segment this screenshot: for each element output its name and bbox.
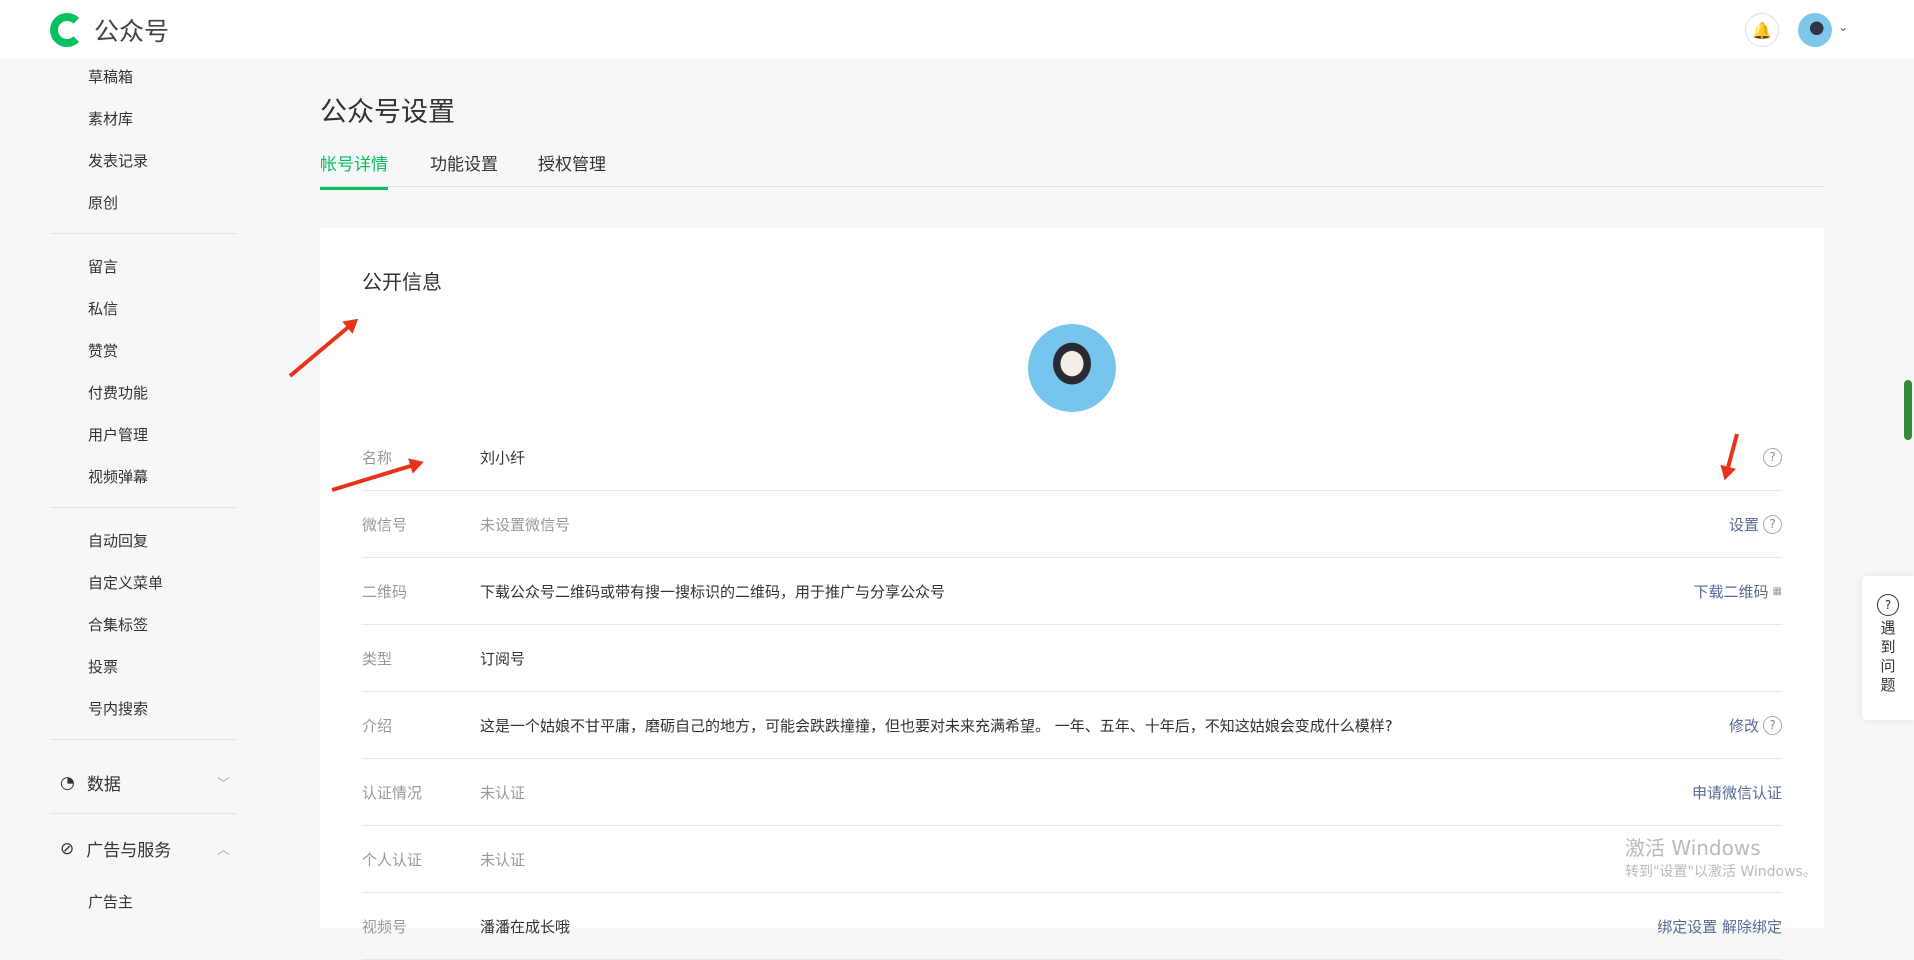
- row-intro: 介绍这是一个姑娘不甘平庸，磨砺自己的地方，可能会跌跌撞撞，但也要对未来充满希望。…: [362, 692, 1782, 759]
- page-title: 公众号设置: [320, 90, 455, 129]
- group-label: 广告与服务: [86, 836, 171, 861]
- sidebar-item-rewards[interactable]: 赞赏: [88, 340, 118, 361]
- sidebar: 草稿箱 素材库 发表记录 原创 留言 私信 赞赏 付费功能 用户管理 视频弹幕 …: [0, 59, 290, 928]
- help-icon[interactable]: ?: [1763, 515, 1782, 534]
- row-value: 刘小纤: [480, 447, 1763, 468]
- sidebar-item-danmaku[interactable]: 视频弹幕: [88, 466, 148, 487]
- tab-account-details[interactable]: 帐号详情: [320, 150, 388, 190]
- compass-icon: ⊘: [60, 839, 74, 859]
- bind-settings-link[interactable]: 绑定设置 解除绑定: [1657, 916, 1782, 937]
- row-label: 介绍: [362, 715, 480, 736]
- row-personal-verification: 个人认证未认证: [362, 826, 1782, 893]
- sidebar-item-messages[interactable]: 私信: [88, 298, 118, 319]
- row-name: 名称刘小纤?: [362, 424, 1782, 491]
- tabs: 帐号详情 功能设置 授权管理: [320, 150, 1824, 187]
- row-wechat-id: 微信号未设置微信号设置?: [362, 491, 1782, 558]
- scrollbar[interactable]: [1904, 380, 1912, 440]
- bell-icon[interactable]: 🔔: [1745, 13, 1779, 47]
- divider: [50, 739, 236, 740]
- help-icon[interactable]: ?: [1763, 716, 1782, 735]
- row-label: 认证情况: [362, 782, 480, 803]
- row-label: 类型: [362, 648, 480, 669]
- divider: [50, 813, 236, 814]
- tab-feature-settings[interactable]: 功能设置: [430, 150, 498, 187]
- row-value: 潘潘在成长哦: [480, 916, 1657, 937]
- profile-avatar[interactable]: [1028, 324, 1116, 412]
- row-label: 微信号: [362, 514, 480, 535]
- sidebar-item-materials[interactable]: 素材库: [88, 108, 133, 129]
- group-label: 数据: [87, 770, 121, 795]
- row-value: 未认证: [480, 782, 1692, 803]
- logo[interactable]: 公众号: [50, 12, 169, 48]
- public-info-card: 公开信息 名称刘小纤? 微信号未设置微信号设置? 二维码下载公众号二维码或带有搜…: [320, 228, 1824, 928]
- sidebar-item-auto-reply[interactable]: 自动回复: [88, 530, 148, 551]
- row-value: 下载公众号二维码或带有搜一搜标识的二维码，用于推广与分享公众号: [480, 581, 1694, 602]
- divider: [50, 233, 236, 234]
- row-channels: 视频号潘潘在成长哦绑定设置 解除绑定: [362, 893, 1782, 960]
- user-avatar[interactable]: [1798, 13, 1832, 47]
- sidebar-item-paid[interactable]: 付费功能: [88, 382, 148, 403]
- sidebar-item-advertiser[interactable]: 广告主: [88, 891, 133, 912]
- apply-verification-link[interactable]: 申请微信认证: [1692, 782, 1782, 803]
- sidebar-item-search[interactable]: 号内搜索: [88, 698, 148, 719]
- tab-authorization[interactable]: 授权管理: [538, 150, 606, 187]
- edit-link[interactable]: 修改: [1729, 715, 1759, 736]
- sidebar-group-data[interactable]: ◔ 数据 ﹀: [60, 770, 230, 795]
- sidebar-item-users[interactable]: 用户管理: [88, 424, 148, 445]
- row-verification: 认证情况未认证申请微信认证: [362, 759, 1782, 826]
- row-qrcode: 二维码下载公众号二维码或带有搜一搜标识的二维码，用于推广与分享公众号下载二维码 ▦: [362, 558, 1782, 625]
- chevron-down-icon[interactable]: ⌄: [1838, 20, 1848, 34]
- help-label: 遇到问题: [1878, 620, 1899, 696]
- row-label: 个人认证: [362, 849, 480, 870]
- top-bar: 公众号 🔔 ⌄: [0, 0, 1914, 59]
- section-title: 公开信息: [362, 266, 442, 295]
- chevron-down-icon: ﹀: [217, 773, 230, 792]
- chart-pie-icon: ◔: [60, 773, 75, 793]
- logo-icon: [50, 13, 84, 47]
- sidebar-item-collection-tags[interactable]: 合集标签: [88, 614, 148, 635]
- sidebar-item-vote[interactable]: 投票: [88, 656, 118, 677]
- sidebar-item-comments[interactable]: 留言: [88, 256, 118, 277]
- row-label: 二维码: [362, 581, 480, 602]
- row-value: 未设置微信号: [480, 514, 1729, 535]
- sidebar-item-publish-records[interactable]: 发表记录: [88, 150, 148, 171]
- download-qrcode-link[interactable]: 下载二维码: [1694, 581, 1769, 602]
- sidebar-item-custom-menu[interactable]: 自定义菜单: [88, 572, 163, 593]
- qrcode-icon[interactable]: ▦: [1773, 586, 1782, 597]
- divider: [50, 507, 236, 508]
- row-value: 订阅号: [480, 648, 1782, 669]
- set-link[interactable]: 设置: [1729, 514, 1759, 535]
- logo-text: 公众号: [94, 12, 169, 48]
- sidebar-group-ads[interactable]: ⊘ 广告与服务 ︿: [60, 836, 230, 861]
- row-value: 未认证: [480, 849, 1782, 870]
- windows-watermark: 激活 Windows转到"设置"以激活 Windows。: [1625, 832, 1817, 881]
- help-widget[interactable]: ? 遇到问题: [1862, 576, 1914, 720]
- chevron-up-icon: ︿: [217, 839, 230, 858]
- row-value: 这是一个姑娘不甘平庸，磨砺自己的地方，可能会跌跌撞撞，但也要对未来充满希望。 一…: [480, 715, 1729, 736]
- help-icon: ?: [1877, 594, 1899, 616]
- watermark-line1: 激活 Windows: [1625, 832, 1817, 861]
- row-type: 类型订阅号: [362, 625, 1782, 692]
- help-icon[interactable]: ?: [1763, 448, 1782, 467]
- sidebar-item-original[interactable]: 原创: [88, 192, 118, 213]
- sidebar-item-drafts[interactable]: 草稿箱: [88, 66, 133, 87]
- watermark-line2: 转到"设置"以激活 Windows。: [1625, 861, 1817, 881]
- row-label: 视频号: [362, 916, 480, 937]
